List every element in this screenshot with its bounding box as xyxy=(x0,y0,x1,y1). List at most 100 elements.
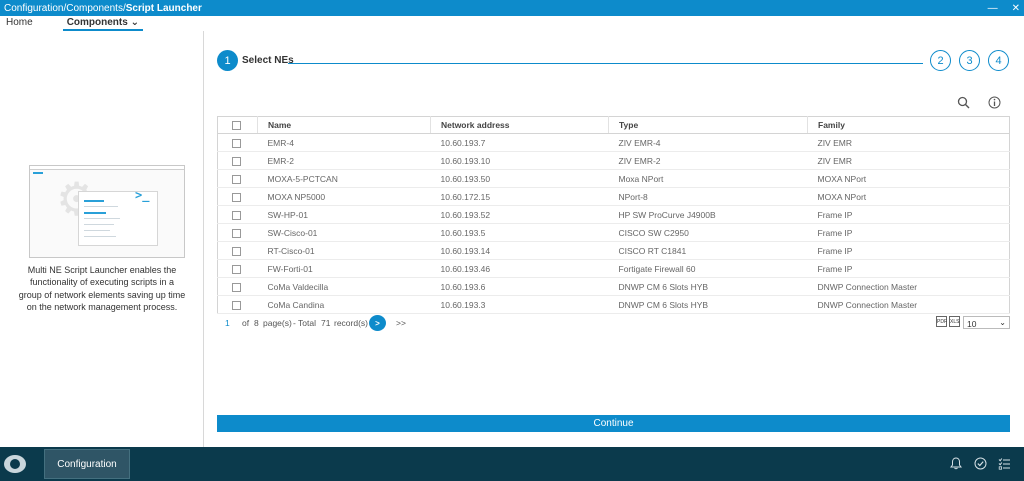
step-4[interactable]: 4 xyxy=(988,50,1009,71)
total-label: - Total xyxy=(293,318,316,328)
script-launcher-illustration: ⚙ >_ xyxy=(29,165,185,258)
total-records: 71 xyxy=(321,318,331,328)
minimize-icon[interactable]: — xyxy=(988,3,998,14)
terminal-prompt-icon: >_ xyxy=(135,188,150,202)
cell-type: NPort-8 xyxy=(608,187,808,206)
menu-components[interactable]: Components ⌄ xyxy=(62,16,143,31)
step-2[interactable]: 2 xyxy=(930,50,951,71)
search-icon[interactable] xyxy=(957,96,970,112)
row-checkbox[interactable] xyxy=(232,264,241,274)
row-checkbox[interactable] xyxy=(232,156,241,166)
close-icon[interactable]: ✕ xyxy=(1012,3,1020,14)
row-checkbox[interactable] xyxy=(232,228,241,238)
column-header-type[interactable]: Type xyxy=(608,116,808,134)
cell-name: EMR-4 xyxy=(257,133,431,152)
export-xls-icon[interactable]: XLS xyxy=(949,316,960,327)
table-row[interactable]: SW-HP-01 10.60.193.52 HP SW ProCurve J49… xyxy=(217,205,1010,224)
bell-icon[interactable] xyxy=(950,457,962,473)
cell-family: DNWP Connection Master xyxy=(807,295,1010,314)
column-header-name[interactable]: Name xyxy=(257,116,431,134)
cell-network-address: 10.60.193.6 xyxy=(430,277,609,296)
total-pages: 8 xyxy=(254,318,259,328)
table-row[interactable]: CoMa Candina 10.60.193.3 DNWP CM 6 Slots… xyxy=(217,295,1010,314)
export-pdf-icon[interactable]: PDF xyxy=(936,316,947,327)
cell-network-address: 10.60.193.10 xyxy=(430,151,609,170)
cell-family: MOXA NPort xyxy=(807,187,1010,206)
cell-family: DNWP Connection Master xyxy=(807,277,1010,296)
row-checkbox[interactable] xyxy=(232,192,241,202)
cell-name: SW-Cisco-01 xyxy=(257,223,431,242)
next-page-button[interactable]: > xyxy=(369,315,386,331)
cell-network-address: 10.60.193.3 xyxy=(430,295,609,314)
column-header-family[interactable]: Family xyxy=(807,116,1010,134)
row-checkbox[interactable] xyxy=(232,246,241,256)
chevron-down-icon: ⌄ xyxy=(999,318,1006,327)
table-row[interactable]: EMR-4 10.60.193.7 ZIV EMR-4 ZIV EMR xyxy=(217,133,1010,152)
row-checkbox[interactable] xyxy=(232,174,241,184)
continue-button[interactable]: Continue xyxy=(217,415,1010,432)
last-page-button[interactable]: >> xyxy=(396,318,406,328)
cell-type: ZIV EMR-4 xyxy=(608,133,808,152)
panel-description: Multi NE Script Launcher enables the fun… xyxy=(18,265,186,312)
current-page[interactable]: 1 xyxy=(225,318,230,328)
title-current: Script Launcher xyxy=(125,2,202,14)
cell-family: ZIV EMR xyxy=(807,151,1010,170)
window-titlebar: Configuration/Components/Script Launcher… xyxy=(0,0,1024,16)
cell-network-address: 10.60.172.15 xyxy=(430,187,609,206)
ne-table: Name Network address Type Family EMR-4 1… xyxy=(217,116,1010,314)
taskbar-configuration[interactable]: Configuration xyxy=(44,449,130,479)
left-info-panel: ⚙ >_ Multi NE Script Launcher enables th… xyxy=(0,31,204,447)
cell-type: DNWP CM 6 Slots HYB xyxy=(608,277,808,296)
select-all-cell xyxy=(217,116,258,134)
info-icon[interactable] xyxy=(988,96,1001,112)
check-circle-icon[interactable] xyxy=(974,457,987,473)
cell-family: Frame IP xyxy=(807,223,1010,242)
row-checkbox[interactable] xyxy=(232,210,241,220)
cell-type: Moxa NPort xyxy=(608,169,808,188)
cell-name: SW-HP-01 xyxy=(257,205,431,224)
cell-name: FW-Forti-01 xyxy=(257,259,431,278)
column-header-network-address[interactable]: Network address xyxy=(430,116,609,134)
select-all-checkbox[interactable] xyxy=(232,121,241,131)
cell-name: CoMa Valdecilla xyxy=(257,277,431,296)
menu-home[interactable]: Home xyxy=(0,16,39,31)
row-checkbox[interactable] xyxy=(232,282,241,292)
table-row[interactable]: SW-Cisco-01 10.60.193.5 CISCO SW C2950 F… xyxy=(217,223,1010,242)
table-header-row: Name Network address Type Family xyxy=(217,116,1010,134)
cell-name: MOXA-5-PCTCAN xyxy=(257,169,431,188)
cell-name: MOXA NP5000 xyxy=(257,187,431,206)
task-list-icon[interactable] xyxy=(998,457,1011,473)
row-checkbox[interactable] xyxy=(232,300,241,310)
table-row[interactable]: EMR-2 10.60.193.10 ZIV EMR-2 ZIV EMR xyxy=(217,151,1010,170)
cell-type: ZIV EMR-2 xyxy=(608,151,808,170)
table-row[interactable]: RT-Cisco-01 10.60.193.14 CISCO RT C1841 … xyxy=(217,241,1010,260)
table-row[interactable]: MOXA NP5000 10.60.172.15 NPort-8 MOXA NP… xyxy=(217,187,1010,206)
step-1[interactable]: 1 xyxy=(217,50,238,71)
cell-family: Frame IP xyxy=(807,205,1010,224)
cell-family: ZIV EMR xyxy=(807,133,1010,152)
taskbar: Configuration xyxy=(0,447,1024,481)
records-label: record(s) xyxy=(334,318,369,328)
pagination: 1 of 8 page(s) - Total 71 record(s) > >>… xyxy=(217,315,1010,331)
cell-network-address: 10.60.193.5 xyxy=(430,223,609,242)
row-checkbox[interactable] xyxy=(232,138,241,148)
table-row[interactable]: MOXA-5-PCTCAN 10.60.193.50 Moxa NPort MO… xyxy=(217,169,1010,188)
page-size-select[interactable]: 10 ⌄ xyxy=(963,316,1010,329)
cell-family: Frame IP xyxy=(807,241,1010,260)
table-row[interactable]: CoMa Valdecilla 10.60.193.6 DNWP CM 6 Sl… xyxy=(217,277,1010,296)
cell-family: Frame IP xyxy=(807,259,1010,278)
app-logo-icon[interactable] xyxy=(4,455,26,473)
cell-network-address: 10.60.193.46 xyxy=(430,259,609,278)
cell-type: Fortigate Firewall 60 xyxy=(608,259,808,278)
cell-network-address: 10.60.193.14 xyxy=(430,241,609,260)
cell-family: MOXA NPort xyxy=(807,169,1010,188)
wizard-steps: 1 Select NEs 2 3 4 xyxy=(217,50,1010,72)
step-3[interactable]: 3 xyxy=(959,50,980,71)
cell-type: HP SW ProCurve J4900B xyxy=(608,205,808,224)
cell-name: EMR-2 xyxy=(257,151,431,170)
table-row[interactable]: FW-Forti-01 10.60.193.46 Fortigate Firew… xyxy=(217,259,1010,278)
pages-label: page(s) xyxy=(263,318,292,328)
cell-type: CISCO RT C1841 xyxy=(608,241,808,260)
table-tools xyxy=(954,96,1010,110)
menu-bar: Home Components ⌄ xyxy=(0,16,1024,31)
